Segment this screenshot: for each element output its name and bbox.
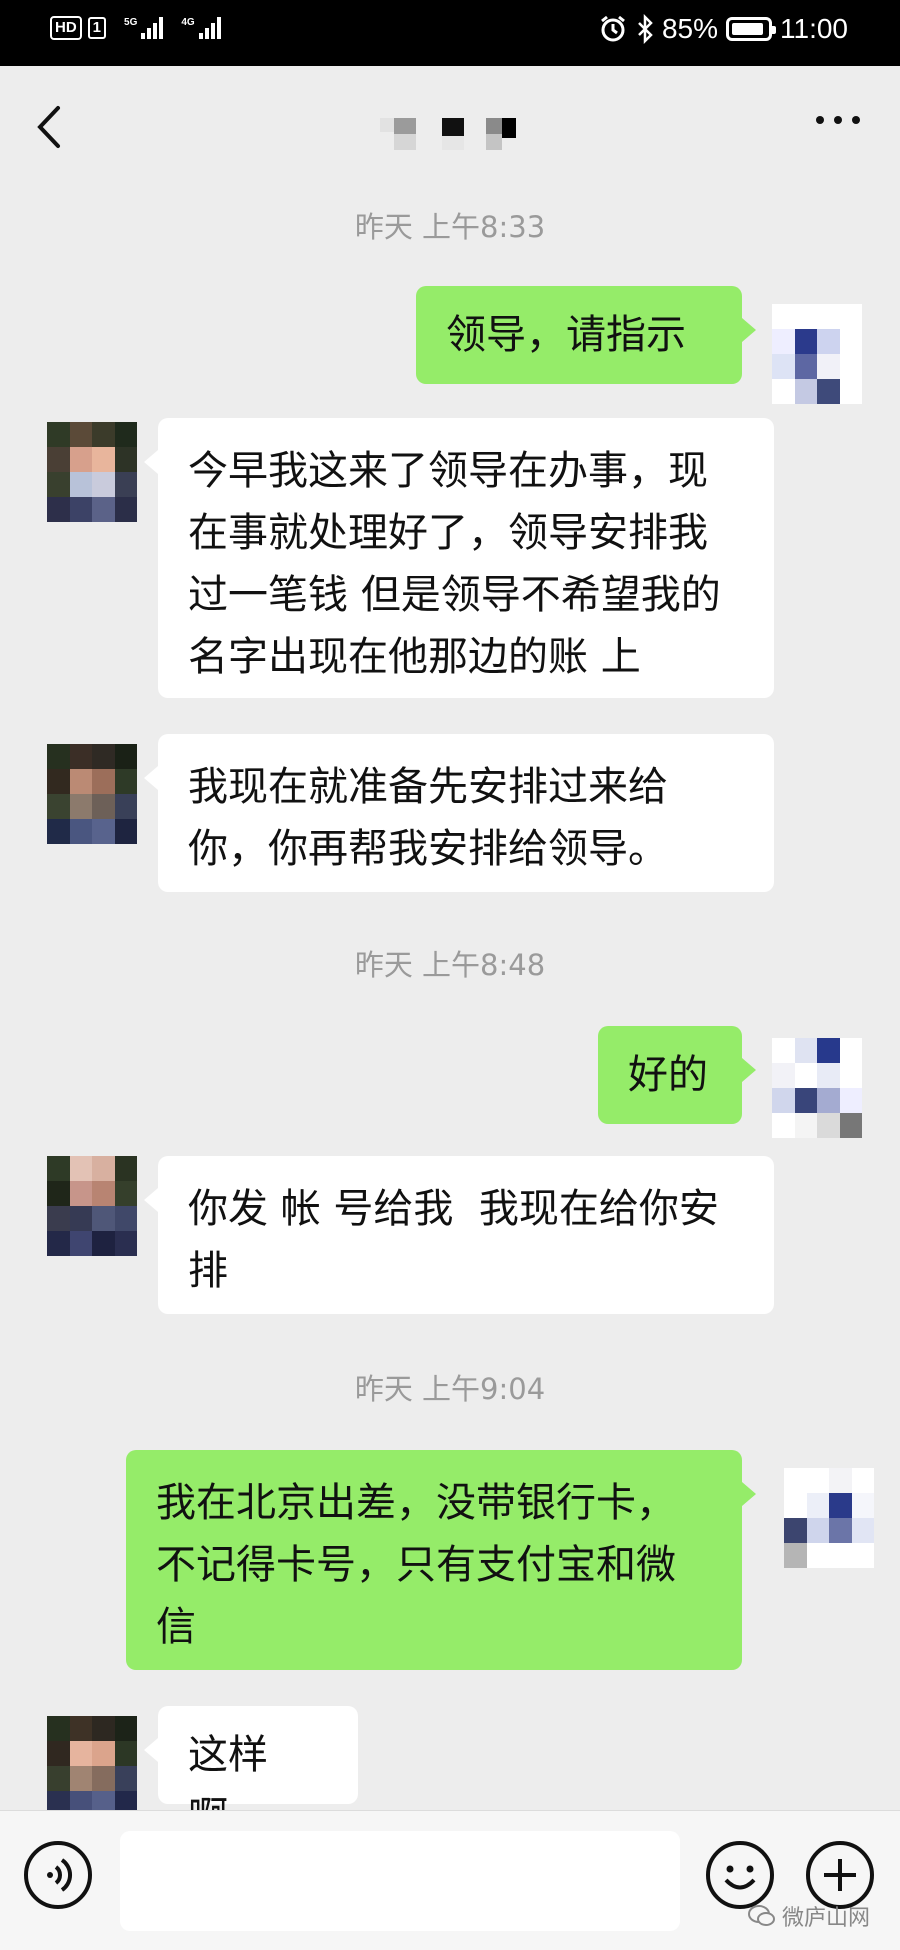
alarm-icon <box>601 15 625 42</box>
smiley-icon <box>724 1865 756 1890</box>
my-avatar[interactable] <box>772 1038 862 1138</box>
timestamp: 昨天 上午8:48 <box>354 948 546 982</box>
contact-avatar[interactable] <box>47 1156 137 1256</box>
blurred-contact-name <box>380 118 516 150</box>
sim-badge: 1 <box>87 17 107 39</box>
voice-input-button[interactable] <box>24 1841 92 1909</box>
plus-icon <box>824 1859 856 1891</box>
hd-badge: HD <box>50 16 82 40</box>
received-message[interactable]: 这样啊， <box>144 1706 358 1810</box>
contact-avatar[interactable] <box>47 422 137 522</box>
watermark: 微庐山网 <box>747 1900 870 1932</box>
my-avatar[interactable] <box>772 304 862 404</box>
contact-avatar[interactable] <box>47 1716 137 1810</box>
timestamp: 昨天 上午8:33 <box>354 210 546 244</box>
received-message[interactable]: 我现在就准备先安排过来给你，你再帮我安排给领导。 <box>144 734 774 892</box>
network-4g-label: 4G <box>181 17 195 28</box>
back-button[interactable] <box>30 102 70 152</box>
message-list[interactable]: 昨天 上午8:33 领导，请指示 今早我这来了领导在办事，现在事就处理好了，领导… <box>0 186 900 1810</box>
received-message[interactable]: 今早我这来了领导在办事，现在事就处理好了，领导安排我过一笔钱 但是领导不希望我的… <box>144 418 774 698</box>
battery-percent: 85% <box>661 13 718 44</box>
more-options-button[interactable] <box>816 116 860 124</box>
signal-4g-icon: 4G <box>181 17 221 39</box>
emoji-button[interactable] <box>706 1841 774 1909</box>
signal-5g-icon: 5G <box>124 17 164 39</box>
chat-header <box>0 66 900 186</box>
sent-message[interactable]: 好的 <box>598 1026 756 1124</box>
network-5g-label: 5G <box>124 17 138 28</box>
sent-message[interactable]: 我在北京出差，没带银行卡，不记得卡号，只有支付宝和微信 <box>126 1450 756 1670</box>
bluetooth-icon <box>638 14 653 44</box>
voice-icon <box>47 1858 72 1892</box>
received-message[interactable]: 你发 帐 号给我 我现在给你安排 <box>144 1156 774 1314</box>
watermark-text: 微庐山网 <box>781 1906 870 1931</box>
message-input[interactable] <box>120 1831 680 1931</box>
battery-icon <box>726 17 776 41</box>
more-actions-button[interactable] <box>806 1841 874 1909</box>
dot-icon <box>852 116 860 124</box>
my-avatar[interactable] <box>784 1468 874 1568</box>
clock: 11:00 <box>780 13 848 44</box>
input-bar: 微庐山网 <box>0 1810 900 1950</box>
dot-icon <box>834 116 842 124</box>
status-bar: HD 1 5G 4G 85% 11:00 <box>0 0 900 66</box>
timestamp: 昨天 上午9:04 <box>354 1372 546 1406</box>
dot-icon <box>816 116 824 124</box>
sent-message[interactable]: 领导，请指示 <box>416 286 756 384</box>
wechat-logo-icon <box>747 1905 775 1926</box>
chevron-left-icon <box>37 106 60 148</box>
contact-avatar[interactable] <box>47 744 137 844</box>
